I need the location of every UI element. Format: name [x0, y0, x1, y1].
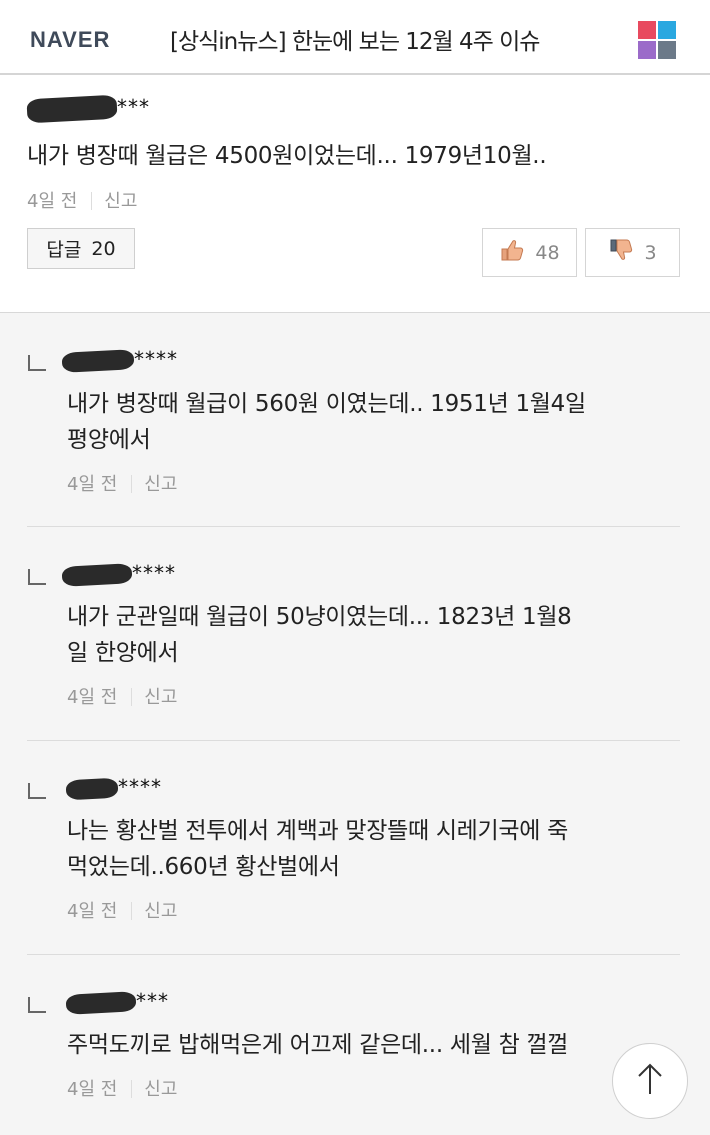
reply-username: ***	[65, 989, 169, 1015]
comment-meta: 4일 전 신고	[27, 187, 137, 213]
thumbs-up-icon	[499, 237, 525, 268]
report-link[interactable]: 신고	[104, 191, 137, 212]
reply-arrow-icon	[28, 783, 46, 799]
meta-divider	[91, 192, 93, 210]
report-link[interactable]: 신고	[144, 474, 177, 495]
reply-username: ****	[65, 775, 162, 800]
app-grid-cell	[658, 41, 676, 59]
thumbs-down-icon	[608, 237, 634, 268]
scroll-to-top-button[interactable]	[612, 1043, 688, 1119]
reply-list: **** 내가 병장때 월급이 560원 이였는데.. 1951년 1월4일 평…	[0, 313, 710, 1135]
username-redaction	[61, 562, 133, 587]
username-redaction	[65, 990, 137, 1015]
report-link[interactable]: 신고	[144, 1079, 177, 1100]
username-redaction	[65, 777, 119, 800]
username-masked: ****	[134, 347, 178, 371]
reply-divider	[27, 526, 680, 527]
comment-text: 내가 병장때 월급은 4500원이었는데... 1979년10월..	[27, 143, 547, 169]
username-redaction	[26, 94, 118, 123]
comment-username: ***	[26, 94, 150, 123]
reply-meta: 4일 전 신고	[67, 470, 177, 496]
reply-arrow-icon	[28, 569, 46, 585]
report-link[interactable]: 신고	[144, 901, 177, 922]
page-title: [상식in뉴스] 한눈에 보는 12월 4주 이슈	[170, 29, 540, 55]
reply-divider	[27, 954, 680, 955]
reply-text-line: 평양에서	[67, 427, 151, 453]
reply-meta: 4일 전 신고	[67, 1075, 177, 1101]
top-header: NAVER [상식in뉴스] 한눈에 보는 12월 4주 이슈	[0, 0, 710, 75]
username-masked: ****	[118, 775, 162, 799]
reply-text: 나는 황산벌 전투에서 계백과 맞장뜰때 시레기국에 죽 먹었는데..660년 …	[67, 813, 568, 885]
comment-time: 4일 전	[27, 191, 78, 212]
reply-username: ****	[61, 347, 178, 373]
reply-text-line: 나는 황산벌 전투에서 계백과 맞장뜰때 시레기국에 죽	[67, 818, 568, 844]
app-grid-cell	[638, 41, 656, 59]
meta-divider	[131, 688, 133, 706]
like-count: 48	[535, 241, 560, 264]
reply-count: 20	[91, 237, 116, 260]
reply-arrow-icon	[28, 355, 46, 371]
reply-text-line: 내가 병장때 월급이 560원 이였는데.. 1951년 1월4일	[67, 391, 586, 417]
reply-time: 4일 전	[67, 1079, 118, 1100]
username-masked: ****	[132, 561, 176, 585]
report-link[interactable]: 신고	[144, 687, 177, 708]
meta-divider	[131, 1080, 133, 1098]
app-grid-icon[interactable]	[638, 21, 676, 59]
meta-divider	[131, 902, 133, 920]
reply-divider	[27, 740, 680, 741]
username-masked: ***	[117, 95, 150, 119]
reply-button[interactable]: 답글 20	[27, 228, 135, 269]
dislike-count: 3	[644, 241, 657, 264]
username-redaction	[61, 348, 135, 373]
reply-text-line: 내가 군관일때 월급이 50냥이였는데... 1823년 1월8	[67, 604, 572, 630]
reply-text-line: 주먹도끼로 밥해먹은게 어끄제 같은데... 세월 참 껄껄	[67, 1032, 569, 1058]
reply-text: 내가 병장때 월급이 560원 이였는데.. 1951년 1월4일 평양에서	[67, 386, 586, 458]
reply-text-line: 일 한양에서	[67, 640, 179, 666]
reply-label: 답글	[46, 239, 82, 261]
reply-time: 4일 전	[67, 687, 118, 708]
reply-arrow-icon	[28, 997, 46, 1013]
reply-meta: 4일 전 신고	[67, 683, 177, 709]
username-masked: ***	[136, 989, 169, 1013]
like-button[interactable]: 48	[482, 228, 577, 277]
reply-text: 주먹도끼로 밥해먹은게 어끄제 같은데... 세월 참 껄껄	[67, 1027, 568, 1063]
dislike-button[interactable]: 3	[585, 228, 680, 277]
reply-time: 4일 전	[67, 474, 118, 495]
app-grid-cell	[638, 21, 656, 39]
reply-text: 내가 군관일때 월급이 50냥이였는데... 1823년 1월8 일 한양에서	[67, 599, 572, 671]
reply-username: ****	[61, 561, 176, 587]
reply-meta: 4일 전 신고	[67, 897, 177, 923]
arrow-up-icon	[636, 1062, 664, 1100]
app-grid-cell	[658, 21, 676, 39]
meta-divider	[131, 475, 133, 493]
reply-time: 4일 전	[67, 901, 118, 922]
naver-logo[interactable]: NAVER	[30, 27, 110, 53]
reply-text-line: 먹었는데..660년 황산벌에서	[67, 854, 340, 880]
main-comment: *** 내가 병장때 월급은 4500원이었는데... 1979년10월.. 4…	[0, 75, 710, 313]
